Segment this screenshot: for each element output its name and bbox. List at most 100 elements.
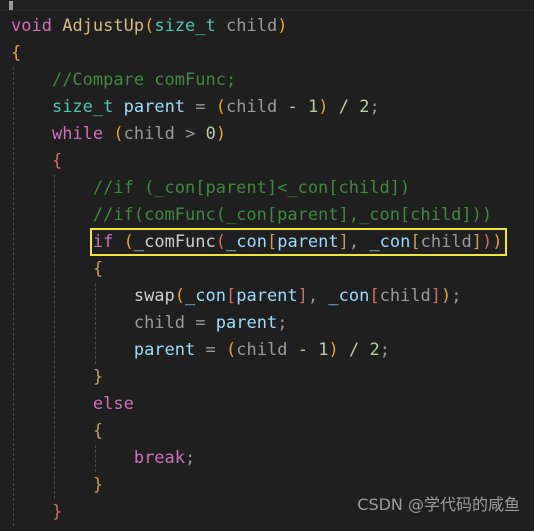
code-token: parent bbox=[133, 340, 196, 360]
code-token: child bbox=[133, 313, 186, 333]
code-token: while bbox=[51, 124, 104, 144]
code-token: { bbox=[51, 151, 63, 171]
code-line[interactable]: swap(_con[parent], _con[child]); bbox=[0, 283, 534, 310]
code-token: ( bbox=[113, 124, 124, 144]
code-line[interactable]: size_t parent = (child - 1) / 2; bbox=[0, 94, 534, 121]
code-token: parent bbox=[236, 286, 298, 306]
code-token: 2 bbox=[359, 97, 370, 117]
code-token: ] bbox=[338, 232, 349, 252]
code-line[interactable]: { bbox=[0, 148, 534, 175]
code-token: AdjustUp bbox=[62, 16, 145, 36]
code-line[interactable]: else bbox=[0, 391, 534, 418]
code-line[interactable]: if (_comFunc(_con[parent], _con[child])) bbox=[0, 229, 534, 256]
code-token: ( bbox=[123, 232, 134, 252]
code-token: [ bbox=[225, 286, 237, 306]
code-token: parent bbox=[277, 232, 339, 252]
horizontal-scrollbar[interactable] bbox=[0, 0, 534, 11]
code-line[interactable]: } bbox=[0, 364, 534, 391]
csdn-watermark: CSDN @学代码的咸鱼 bbox=[357, 495, 520, 514]
code-token: void bbox=[11, 16, 52, 36]
code-line[interactable]: { bbox=[0, 256, 534, 283]
code-line[interactable]: //if(comFunc(_con[parent],_con[child])) bbox=[0, 202, 534, 229]
code-token: //if(comFunc(_con[parent],_con[child])) bbox=[92, 205, 493, 225]
code-token: ; bbox=[277, 313, 288, 333]
code-token: ] bbox=[297, 286, 308, 306]
code-token: _con bbox=[328, 286, 370, 306]
code-token: ) bbox=[318, 97, 329, 117]
code-token: = bbox=[205, 340, 216, 360]
code-token: } bbox=[92, 367, 104, 387]
code-line[interactable]: //if (_con[parent]<_con[child]) bbox=[0, 175, 534, 202]
code-token: { bbox=[92, 259, 104, 279]
code-line[interactable]: } bbox=[0, 526, 534, 531]
code-token: ( bbox=[215, 232, 227, 252]
code-token: - bbox=[287, 97, 298, 117]
code-token: } bbox=[92, 475, 104, 495]
code-token: ) bbox=[215, 124, 227, 144]
code-token: 0 bbox=[205, 124, 216, 144]
code-token: ( bbox=[215, 97, 227, 117]
code-token: child bbox=[123, 124, 175, 144]
code-token: - bbox=[297, 340, 308, 360]
code-line[interactable]: { bbox=[0, 40, 534, 67]
code-token: //Compare comFunc; bbox=[51, 70, 237, 90]
code-token: ; bbox=[451, 286, 462, 306]
code-line[interactable]: while (child > 0) bbox=[0, 121, 534, 148]
code-token: child bbox=[226, 16, 278, 36]
code-token: child bbox=[236, 340, 288, 360]
code-token: ) bbox=[482, 232, 493, 252]
code-token: ) bbox=[277, 16, 288, 36]
code-token: parent bbox=[215, 313, 278, 333]
code-line[interactable]: { bbox=[0, 418, 534, 445]
code-line[interactable]: break; bbox=[0, 445, 534, 472]
code-token: ; bbox=[185, 448, 196, 468]
code-token: ( bbox=[174, 286, 186, 306]
code-token: [ bbox=[266, 232, 278, 252]
code-line[interactable]: void AdjustUp(size_t child) bbox=[0, 13, 534, 40]
code-area[interactable]: void AdjustUp(size_t child){ //Compare c… bbox=[0, 12, 534, 531]
code-token: _comFunc bbox=[133, 232, 216, 252]
code-token: , bbox=[307, 286, 319, 306]
code-line[interactable]: child = parent; bbox=[0, 310, 534, 337]
code-line[interactable]: //Compare comFunc; bbox=[0, 67, 534, 94]
horizontal-scrollbar-thumb[interactable] bbox=[9, 1, 13, 10]
code-token: size_t bbox=[154, 16, 216, 36]
code-token: _con bbox=[185, 286, 226, 306]
code-token: [ bbox=[410, 232, 421, 252]
code-token: ) bbox=[441, 286, 452, 306]
code-token: _con bbox=[369, 232, 411, 252]
code-token: } bbox=[51, 502, 63, 522]
code-token: ; bbox=[379, 340, 390, 360]
code-token: size_t bbox=[51, 97, 114, 117]
code-token: ] bbox=[430, 286, 442, 306]
code-line[interactable]: parent = (child - 1) / 2; bbox=[0, 337, 534, 364]
